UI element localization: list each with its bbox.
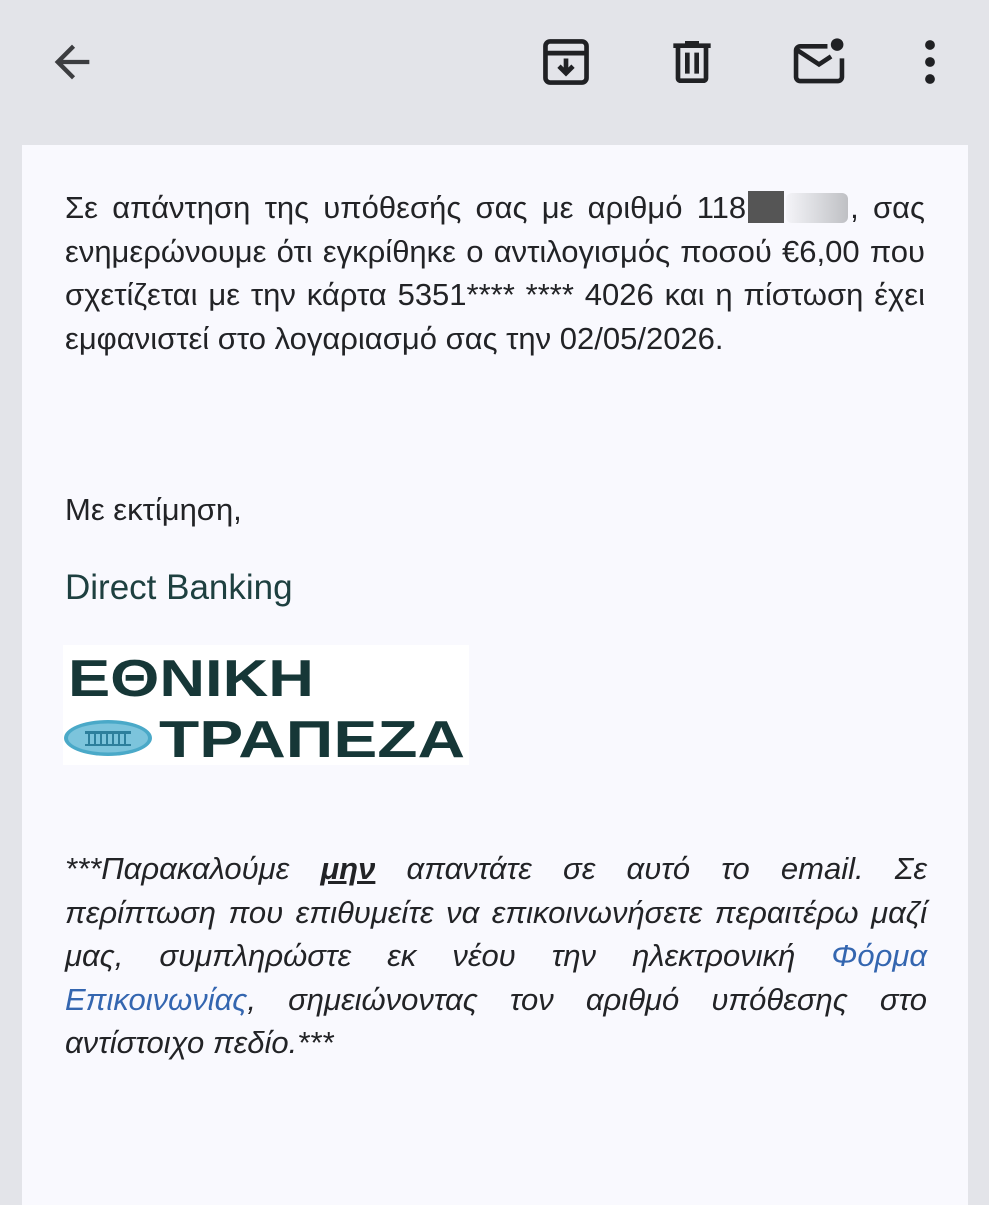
redaction-blur [786,193,849,223]
top-app-bar [0,0,989,145]
logo-emblem-icon [64,720,152,756]
closing-line: Με εκτίμηση, [65,492,242,527]
more-vert-icon [925,40,935,84]
trash-icon [673,41,711,83]
back-button[interactable] [30,20,114,104]
bank-logo: ΕΘΝΙΚΗ ΤΡΑΠΕΖΑ [63,645,469,765]
logo-line-2: ΤΡΑΠΕΖΑ [159,711,465,765]
archive-icon [543,39,589,85]
notice-text-start: ***Παρακαλούμε [65,851,321,886]
arrow-left-icon [54,44,90,80]
archive-button[interactable] [524,20,608,104]
more-options-button[interactable] [888,20,972,104]
notice-emphasis: μην [320,851,376,886]
redaction-block [748,191,785,223]
mark-unread-icon [793,38,845,84]
sender-name: Direct Banking [65,568,293,607]
mark-unread-button[interactable] [777,20,861,104]
message-paragraph: Σε απάντηση της υπόθεσής σας με αριθμό 1… [65,186,925,360]
delete-button[interactable] [650,20,734,104]
no-reply-notice: ***Παρακαλούμε μην απαντάτε σε αυτό το e… [65,847,927,1065]
logo-line-1: ΕΘΝΙΚΗ [68,650,314,708]
message-text-start: Σε απάντηση της υπόθεσής σας με αριθμό 1… [65,190,747,225]
